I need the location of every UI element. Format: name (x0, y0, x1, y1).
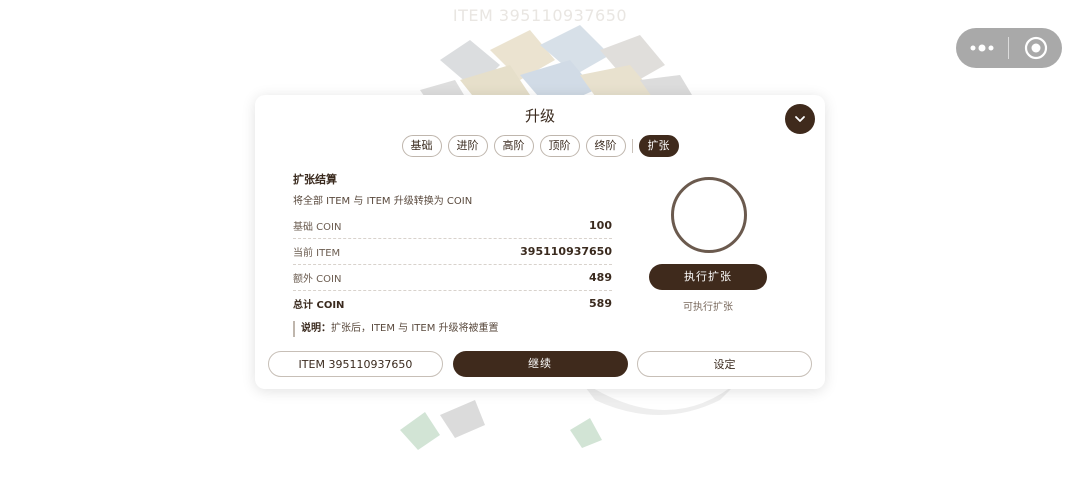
note-text: 扩张后，ITEM 与 ITEM 升级将被重置 (331, 323, 499, 334)
target-close-icon (1024, 36, 1047, 60)
note: 说明：扩张后，ITEM 与 ITEM 升级将被重置 (293, 321, 499, 337)
expand-ring-indicator (671, 177, 747, 253)
table-row: 基础 COIN 100 (293, 213, 612, 239)
game-stage: ITEM 395110937650 升级 基础 进阶 高阶 顶阶 终阶 扩张 扩… (0, 0, 1080, 485)
tab-final[interactable]: 终阶 (585, 135, 626, 157)
row-label: 总计 COIN (293, 300, 345, 311)
tab-expand[interactable]: 扩张 (638, 135, 679, 157)
continue-button[interactable]: 继续 (452, 351, 628, 377)
section-description: 将全部 ITEM 与 ITEM 升级转换为 COIN (293, 196, 473, 207)
more-button[interactable] (956, 28, 1008, 68)
close-button[interactable] (1009, 28, 1062, 68)
tab-divider (631, 139, 633, 153)
row-label: 当前 ITEM (293, 248, 341, 259)
settlement-table: 基础 COIN 100 当前 ITEM 395110937650 额外 COIN… (293, 213, 612, 316)
tab-basic[interactable]: 基础 (401, 135, 442, 157)
row-label: 额外 COIN (293, 274, 342, 285)
row-label: 基础 COIN (293, 222, 342, 233)
bottom-bar: ITEM 395110937650 继续 设定 (268, 351, 812, 377)
tab-high[interactable]: 高阶 (493, 135, 534, 157)
execute-expand-button[interactable]: 执行扩张 (649, 264, 767, 290)
row-value: 489 (589, 271, 612, 284)
mini-program-capsule (956, 28, 1062, 68)
row-value: 100 (589, 219, 612, 232)
item-counter-button[interactable]: ITEM 395110937650 (268, 351, 443, 377)
settings-button[interactable]: 设定 (637, 351, 812, 377)
note-label: 说明： (301, 323, 331, 334)
row-value: 589 (589, 297, 612, 310)
chevron-down-icon (795, 116, 805, 122)
execute-hint: 可执行扩张 (683, 302, 733, 313)
tab-advanced[interactable]: 进阶 (447, 135, 488, 157)
section-title: 扩张结算 (293, 173, 337, 186)
tier-tabs: 基础 进阶 高阶 顶阶 终阶 扩张 (255, 135, 825, 157)
row-value: 395110937650 (520, 245, 612, 258)
panel-title: 升级 (524, 107, 555, 125)
table-row: 额外 COIN 489 (293, 265, 612, 291)
table-row: 当前 ITEM 395110937650 (293, 239, 612, 265)
more-dots-icon (970, 44, 994, 52)
upgrade-panel: 升级 基础 进阶 高阶 顶阶 终阶 扩张 扩张结算 将全部 ITEM 与 ITE… (255, 95, 825, 389)
table-row-total: 总计 COIN 589 (293, 291, 612, 316)
tab-top[interactable]: 顶阶 (539, 135, 580, 157)
collapse-button[interactable] (785, 104, 815, 134)
